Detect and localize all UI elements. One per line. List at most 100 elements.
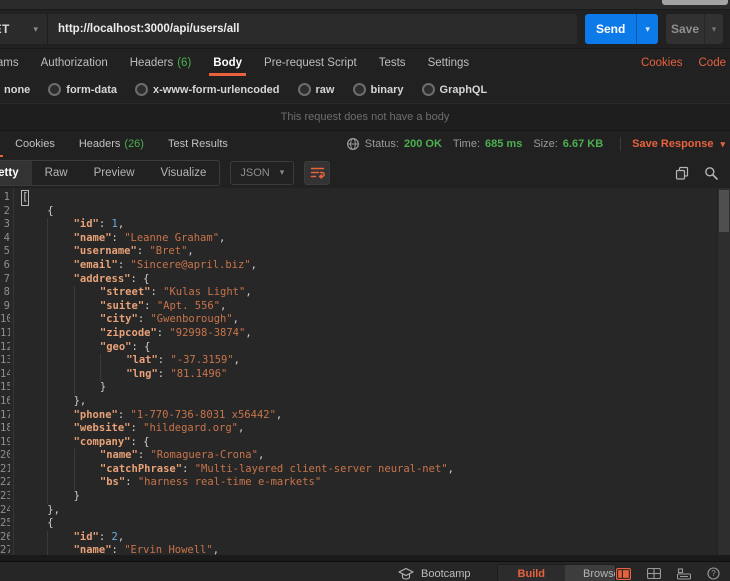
line-number: 8: [3, 286, 10, 299]
body-type-graphql[interactable]: GraphQL: [421, 83, 487, 96]
two-pane-view-button[interactable]: [616, 567, 631, 580]
resp-tab-test-results[interactable]: Test Results: [156, 131, 240, 157]
code-line: 22 "bs": "harness real-time e-markets": [0, 476, 322, 491]
response-body-editor[interactable]: 1[2 {3 "id": 1,4 "name": "Leanne Graham"…: [0, 188, 730, 555]
code-line: 3 "id": 1,: [0, 218, 730, 232]
response-bar: Body Cookies Headers(26) Test Results St…: [0, 131, 730, 157]
resp-tab-headers[interactable]: Headers (26): [67, 131, 156, 157]
line-number: 14: [0, 367, 10, 380]
layout-panes-icon: [647, 568, 661, 579]
code-line: 27 "name": "Ervin Howell",: [0, 544, 730, 555]
code-line: 16 },: [0, 394, 87, 409]
line-number: 7: [3, 272, 10, 285]
save-response-label: Save Response: [632, 138, 714, 150]
editor-scrollbar[interactable]: [717, 188, 730, 555]
code-line: 13 "lat": "-37.3159",: [0, 354, 240, 368]
tab-headers[interactable]: Headers (6): [119, 49, 203, 76]
radio-icon: [421, 83, 435, 96]
tab-settings[interactable]: Settings: [417, 49, 481, 76]
line-number: 4: [3, 231, 10, 244]
code-area[interactable]: 1[2 {3 "id": 1,4 "name": "Leanne Graham"…: [0, 188, 730, 555]
save-options-caret[interactable]: ▾: [704, 14, 723, 44]
tab-tests[interactable]: Tests: [368, 49, 417, 76]
mode-label: Pretty: [0, 166, 19, 179]
body-type-options: none form-data x-www-form-urlencoded raw…: [0, 76, 730, 103]
layout-panes-button[interactable]: [647, 568, 661, 579]
search-button[interactable]: [704, 166, 718, 180]
line-number: 25: [0, 517, 10, 530]
tab-authorization[interactable]: Authorization: [30, 49, 119, 76]
network-globe-icon[interactable]: [346, 137, 360, 151]
body-type-form-data[interactable]: form-data: [48, 83, 117, 96]
send-label: Send: [595, 22, 626, 36]
mode-label: Preview: [93, 166, 135, 179]
cookies-link[interactable]: Cookies: [641, 57, 683, 69]
line-number: 13: [0, 354, 10, 367]
line-number: 26: [0, 530, 10, 543]
mode-preview[interactable]: Preview: [81, 161, 148, 185]
resp-tab-cookies[interactable]: Cookies: [3, 131, 67, 157]
tab-body[interactable]: Body: [202, 49, 253, 76]
resp-tab-label: Cookies: [15, 138, 55, 150]
url-input[interactable]: http://localhost:3000/api/users/all: [48, 23, 240, 35]
code-line: 17 "phone": "1-770-736-8031 x56442",: [0, 408, 283, 423]
code-link[interactable]: Code: [699, 57, 727, 69]
body-type-label: x-www-form-urlencoded: [153, 83, 280, 96]
browse-tab[interactable]: Browse: [565, 565, 615, 581]
body-type-binary[interactable]: binary: [352, 83, 404, 96]
build-browse-toggle: Build Browse: [496, 564, 616, 581]
line-number: 15: [0, 381, 10, 394]
mode-pretty[interactable]: Pretty: [0, 160, 32, 185]
console-button[interactable]: [677, 567, 691, 580]
body-type-none[interactable]: none: [0, 83, 30, 96]
code-line: 23 }: [0, 490, 80, 504]
scrollbar-thumb[interactable]: [719, 190, 729, 232]
save-button[interactable]: Save ▾: [666, 14, 723, 44]
body-type-urlencoded[interactable]: x-www-form-urlencoded: [135, 83, 280, 96]
top-toolbar-strip: [0, 0, 730, 10]
mode-raw[interactable]: Raw: [32, 161, 81, 185]
body-type-raw[interactable]: raw: [297, 83, 335, 96]
status-bar: Bootcamp Build Browse ?: [0, 561, 730, 581]
line-number: 10: [0, 313, 10, 326]
line-number: 9: [3, 299, 10, 312]
bootcamp-button[interactable]: Bootcamp: [398, 567, 471, 580]
code-line: 19 "company": {: [0, 435, 150, 450]
send-button[interactable]: Send ▾: [585, 14, 658, 44]
code-line: 7 "address": {: [0, 272, 730, 287]
code-line: 26 "id": 2,: [0, 530, 125, 545]
radio-icon: [352, 83, 366, 96]
two-pane-icon: [616, 567, 631, 580]
divider: [620, 137, 622, 151]
line-number: 5: [3, 245, 10, 258]
chevron-down-icon: ▾: [33, 23, 38, 34]
status-badge: 200 OK: [403, 138, 442, 150]
send-options-caret[interactable]: ▾: [636, 14, 658, 44]
tab-params[interactable]: Params: [0, 49, 30, 76]
code-line: 11 "zipcode": "92998-3874",: [0, 326, 252, 341]
tab-label: Authorization: [40, 56, 108, 69]
save-response-button[interactable]: Save Response ▾: [632, 138, 725, 150]
help-button[interactable]: ?: [707, 567, 720, 580]
body-type-label: binary: [370, 83, 404, 96]
tab-label: Body: [213, 56, 243, 69]
request-tabs: Params Authorization Headers(6) Body Pre…: [0, 49, 730, 76]
line-number: 11: [0, 326, 10, 339]
copy-button[interactable]: [675, 166, 689, 180]
code-line: 5 "username": "Bret",: [0, 245, 730, 259]
code-line: 21 "catchPhrase": "Multi-layered client-…: [0, 462, 454, 477]
code-line: 9 "suite": "Apt. 556",: [0, 299, 730, 314]
console-icon: [677, 567, 691, 580]
code-line: 12 "geo": {: [0, 340, 151, 355]
size-badge: 6.67 KB: [562, 138, 604, 150]
method-selector[interactable]: GET ▾: [0, 14, 48, 44]
tab-pre-request-script[interactable]: Pre-request Script: [253, 49, 368, 76]
mode-visualize[interactable]: Visualize: [148, 161, 220, 185]
code-line: 25 {: [0, 517, 54, 530]
build-tab[interactable]: Build: [497, 565, 566, 581]
request-links: Cookies Code: [641, 49, 730, 76]
format-select[interactable]: JSON ▾: [230, 160, 295, 185]
code-line: 8 "street": "Kulas Light",: [0, 286, 730, 300]
request-url-bar: GET ▾ http://localhost:3000/api/users/al…: [0, 10, 730, 49]
wrap-lines-button[interactable]: [304, 160, 331, 185]
